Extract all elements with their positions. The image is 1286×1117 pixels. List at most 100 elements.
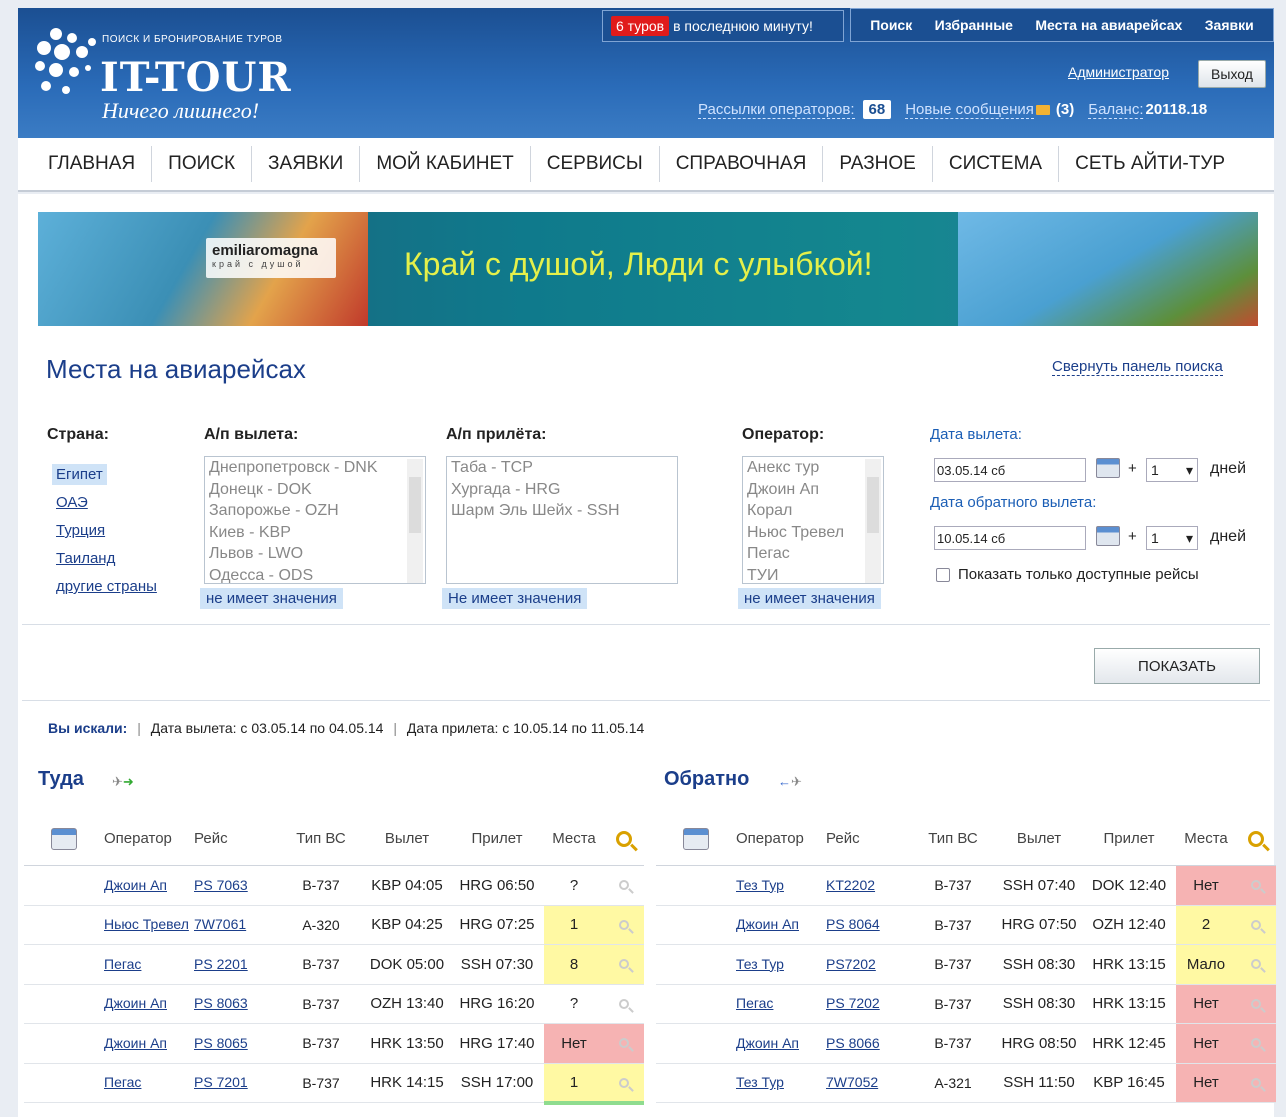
operator-list[interactable]: Анекс тур Джоин Ап Корал Ньюс Тревел Пег… (742, 456, 884, 584)
nav-orders[interactable]: ЗАЯВКИ (252, 146, 361, 182)
operator-link[interactable]: Пегас (104, 956, 141, 972)
search-icon[interactable] (1251, 1077, 1261, 1088)
table-row[interactable]: Джоин Ап PS 8063 B-737 OZH 13:40 HRG 16:20? (24, 985, 644, 1024)
search-icon[interactable] (1248, 830, 1264, 847)
show-button[interactable]: ПОКАЗАТЬ (1094, 648, 1260, 684)
table-row[interactable]: Пегас PS 2201 B-737 DOK 05:00 SSH 07:30 8 (24, 945, 644, 985)
table-row[interactable]: Тез Тур KT2202 B-737 SSH 07:40 DOK 12:40 Нет (656, 866, 1276, 906)
search-icon[interactable] (619, 959, 629, 970)
flight-link[interactable]: PS 8064 (826, 916, 880, 932)
operator-link[interactable]: Джоин Ап (104, 1035, 167, 1051)
search-icon[interactable] (1251, 880, 1261, 891)
departure-any-tag[interactable]: не имеет значения (200, 588, 343, 609)
nav-misc[interactable]: РАЗНОЕ (823, 146, 933, 182)
scrollbar-thumb[interactable] (867, 477, 879, 533)
flight-link[interactable]: PS7202 (826, 956, 876, 972)
balance-label[interactable]: Баланс: (1088, 101, 1144, 119)
search-icon[interactable] (619, 919, 629, 930)
scrollbar-thumb[interactable] (409, 477, 421, 533)
scrollbar[interactable] (407, 459, 423, 583)
arrival-airport-list[interactable]: Таба - TCP Хургада - HRG Шарм Эль Шейх -… (446, 456, 678, 584)
table-row[interactable]: Джоин Ап PS 8065 B-737 HRK 13:50 HRG 17:40 Не… (24, 1024, 644, 1064)
col-flight[interactable]: Рейс (194, 830, 278, 847)
flight-link[interactable]: PS 7201 (194, 1074, 248, 1090)
return-date-input[interactable] (934, 526, 1086, 550)
search-icon[interactable] (619, 1077, 629, 1088)
country-turkey[interactable]: Турция (52, 520, 172, 541)
operator-link[interactable]: Джоин Ап (736, 1035, 799, 1051)
departure-date-input[interactable] (934, 458, 1086, 482)
search-icon[interactable] (619, 998, 629, 1009)
operator-link[interactable]: Джоин Ап (104, 995, 167, 1011)
only-available-toggle[interactable]: Показать только доступные рейсы (936, 566, 1199, 583)
country-other[interactable]: другие страны (52, 576, 172, 597)
list-item[interactable]: Донецк - DOK (205, 479, 425, 501)
nav-reference[interactable]: СПРАВОЧНАЯ (660, 146, 824, 182)
col-seats[interactable]: Места (544, 812, 604, 865)
operator-link[interactable]: Тез Тур (736, 956, 784, 972)
flight-link[interactable]: PS 8066 (826, 1035, 880, 1051)
search-icon[interactable] (1251, 919, 1261, 930)
topnav-flight-seats[interactable]: Места на авиарейсах (1035, 17, 1182, 33)
table-row[interactable]: Джоин Ап PS 8064 B-737 HRG 07:50 OZH 12:40 2 (656, 905, 1276, 945)
list-item[interactable]: Львов - LWO (205, 543, 425, 565)
scrollbar[interactable] (865, 459, 881, 583)
flight-link[interactable]: KT2202 (826, 877, 875, 893)
list-item[interactable]: Одесса - ODS (205, 565, 425, 584)
list-item[interactable]: Таба - TCP (447, 457, 677, 479)
search-icon[interactable] (619, 880, 629, 891)
flight-link[interactable]: PS 8063 (194, 995, 248, 1011)
logout-button[interactable]: Выход (1198, 60, 1266, 88)
topnav-search[interactable]: Поиск (870, 17, 912, 33)
col-departure[interactable]: Вылет (996, 830, 1082, 847)
table-row[interactable]: Ньюс Тревел 7W7061 A-320 KBP 04:25 HRG 07:25… (24, 905, 644, 945)
arrival-any-tag[interactable]: Не имеет значения (442, 588, 588, 609)
nav-services[interactable]: СЕРВИСЫ (531, 146, 660, 182)
calendar-icon[interactable] (1096, 526, 1120, 546)
flight-link[interactable]: 7W7052 (826, 1074, 878, 1090)
search-icon[interactable] (619, 1038, 629, 1049)
flight-link[interactable]: PS 8065 (194, 1035, 248, 1051)
operator-any-tag[interactable]: не имеет значения (738, 588, 881, 609)
calendar-icon[interactable] (1096, 458, 1120, 478)
country-thailand[interactable]: Таиланд (52, 548, 172, 569)
table-row[interactable]: Пегас PS 7201 B-737 HRK 14:15 SSH 17:00 1 (24, 1063, 644, 1103)
hot-tours-link[interactable]: 6 туров в последнюю минуту! (602, 10, 844, 42)
table-row[interactable]: Джоин Ап PS 8066 B-737 HRG 08:50 HRK 12:45 Не… (656, 1024, 1276, 1064)
list-item[interactable]: Днепропетровск - DNK (205, 457, 425, 479)
col-flight[interactable]: Рейс (826, 830, 910, 847)
nav-home[interactable]: ГЛАВНАЯ (32, 146, 153, 182)
messages-link[interactable]: Новые сообщения (905, 101, 1034, 119)
operator-link[interactable]: Пегас (736, 995, 773, 1011)
flight-link[interactable]: PS 2201 (194, 956, 248, 972)
table-row[interactable]: Тез Тур 7W7052 A-321 SSH 11:50 KBP 16:45 Нет (656, 1063, 1276, 1103)
operator-link[interactable]: Тез Тур (736, 1074, 784, 1090)
list-item[interactable]: Анекс тур (743, 457, 883, 479)
topnav-favorites[interactable]: Избранные (935, 17, 1013, 33)
collapse-search-link[interactable]: Свернуть панель поиска (1052, 358, 1223, 376)
list-item[interactable]: Шарм Эль Шейх - SSH (447, 500, 677, 522)
operator-link[interactable]: Джоин Ап (104, 877, 167, 893)
list-item[interactable]: Пегас (743, 543, 883, 565)
nav-network[interactable]: СЕТЬ АЙТИ-ТУР (1059, 146, 1241, 182)
mailings-link[interactable]: Рассылки операторов: (698, 101, 855, 119)
table-row[interactable]: Пегас PS 7202 B-737 SSH 08:30 HRK 13:15 Нет (656, 984, 1276, 1024)
operator-link[interactable]: Джоин Ап (736, 916, 799, 932)
departure-days-select[interactable]: 1 ▾ (1146, 458, 1198, 482)
nav-search[interactable]: ПОИСК (152, 146, 253, 182)
col-operator[interactable]: Оператор (736, 830, 826, 847)
search-icon[interactable] (1251, 1038, 1261, 1049)
col-seats[interactable]: Места (1176, 812, 1236, 865)
nav-system[interactable]: СИСТЕМА (933, 146, 1060, 182)
ad-banner[interactable]: emiliaromagna край с душой Край с душой,… (38, 212, 1258, 326)
calendar-icon[interactable] (51, 827, 77, 850)
table-row[interactable]: Тез Тур PS7202 B-737 SSH 08:30 HRK 13:15 Мало (656, 945, 1276, 985)
col-departure[interactable]: Вылет (364, 830, 450, 847)
flight-link[interactable]: PS 7063 (194, 877, 248, 893)
col-aircraft[interactable]: Тип ВС (278, 830, 364, 847)
list-item[interactable]: Корал (743, 500, 883, 522)
col-arrival[interactable]: Прилет (1082, 830, 1176, 847)
search-icon[interactable] (616, 830, 632, 847)
flight-link[interactable]: 7W7061 (194, 916, 246, 932)
list-item[interactable]: Хургада - HRG (447, 479, 677, 501)
